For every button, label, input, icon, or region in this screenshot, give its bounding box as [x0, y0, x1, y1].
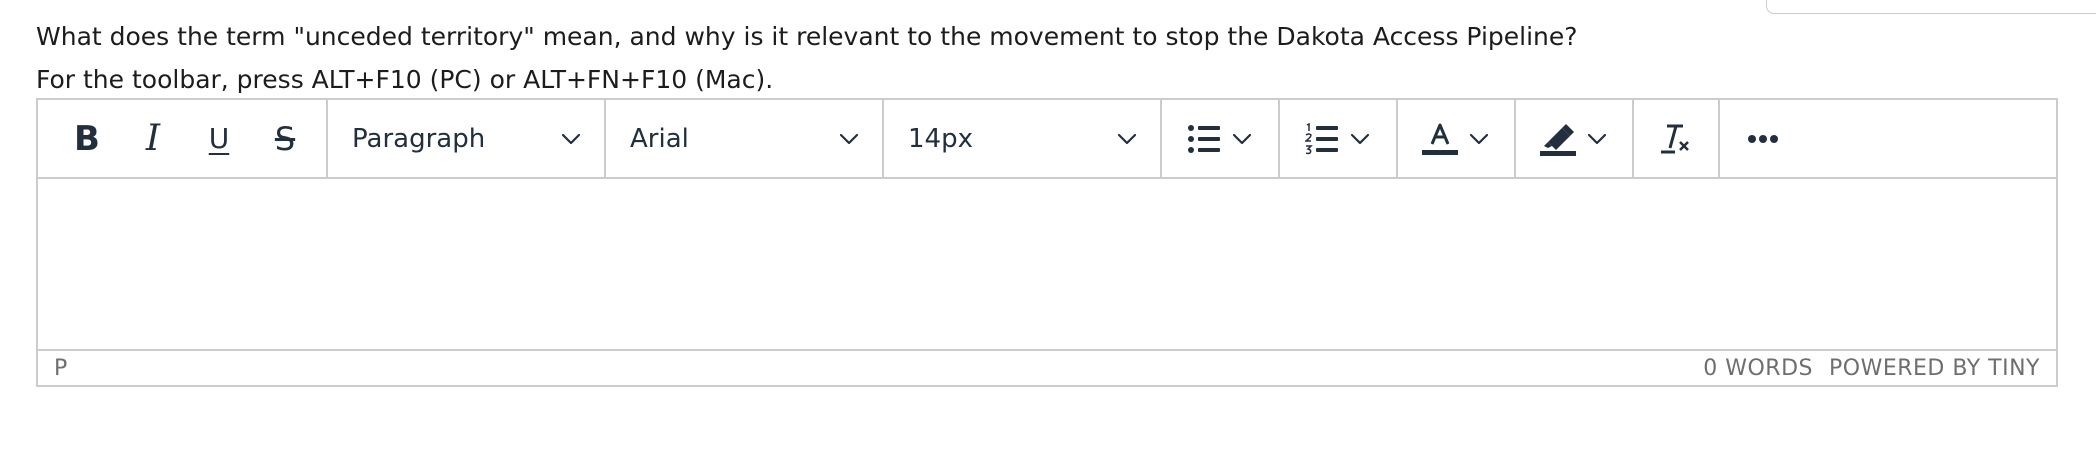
clear-formatting-icon[interactable]: [1659, 100, 1693, 177]
text-color-icon[interactable]: [1422, 100, 1458, 177]
word-count[interactable]: 0 WORDS: [1703, 356, 1813, 381]
chevron-down-icon: [838, 128, 860, 150]
clear-formatting-group: [1634, 100, 1720, 177]
editor-statusbar: P 0 WORDS POWERED BY TINY: [38, 349, 2056, 385]
element-path[interactable]: P: [54, 356, 67, 381]
block-format-select[interactable]: Paragraph: [328, 100, 606, 177]
editor-toolbar: B I U S Paragraph Arial 14px: [38, 100, 2056, 179]
rich-text-editor: B I U S Paragraph Arial 14px P 0 WORDS P…: [36, 98, 2058, 387]
chevron-down-icon[interactable]: [1349, 128, 1371, 150]
font-family-value: Arial: [630, 123, 689, 154]
underline-button[interactable]: U: [190, 100, 248, 177]
highlight-split-button: [1516, 100, 1634, 177]
question-text: What does the term "unceded territory" m…: [36, 22, 1578, 51]
editor-toolbar-hint: For the toolbar, press ALT+F10 (PC) or A…: [36, 65, 774, 94]
font-size-value: 14px: [908, 123, 973, 154]
chevron-down-icon: [560, 128, 582, 150]
block-format-value: Paragraph: [352, 123, 486, 154]
text-color-split-button: [1398, 100, 1516, 177]
chevron-down-icon: [1116, 128, 1138, 150]
font-family-select[interactable]: Arial: [606, 100, 884, 177]
chevron-down-icon[interactable]: [1586, 128, 1608, 150]
chevron-down-icon[interactable]: [1231, 128, 1253, 150]
more-icon[interactable]: [1720, 100, 1806, 177]
numbered-list-split-button: [1280, 100, 1398, 177]
bullet-list-split-button: [1162, 100, 1280, 177]
italic-button[interactable]: I: [124, 100, 182, 177]
formatting-group: B I U S: [38, 100, 328, 177]
font-size-select[interactable]: 14px: [884, 100, 1162, 177]
strikethrough-button[interactable]: S: [256, 100, 314, 177]
bold-button[interactable]: B: [58, 100, 116, 177]
chevron-down-icon[interactable]: [1468, 128, 1490, 150]
bullet-list-icon[interactable]: [1187, 100, 1221, 177]
numbered-list-icon[interactable]: [1305, 100, 1339, 177]
editor-content-area[interactable]: [38, 179, 2056, 351]
statusbar-right: 0 WORDS POWERED BY TINY: [1703, 356, 2040, 381]
highlighter-icon[interactable]: [1540, 100, 1576, 177]
top-right-box: [1766, 0, 2096, 14]
powered-by-link[interactable]: POWERED BY TINY: [1829, 356, 2040, 381]
